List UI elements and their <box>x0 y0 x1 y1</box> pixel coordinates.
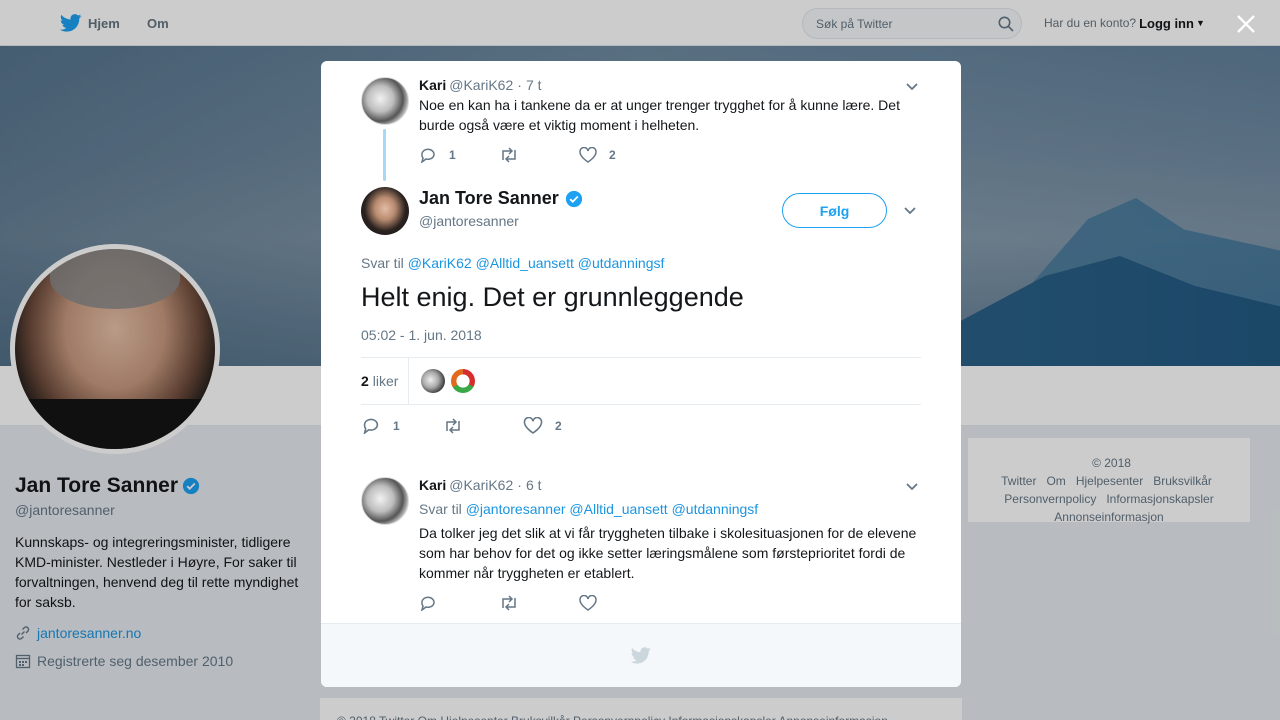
author-name[interactable]: Kari <box>419 77 446 93</box>
tweet-text: Noe en kan ha i tankene da er at unger t… <box>419 97 900 133</box>
retweet-icon <box>446 417 460 434</box>
follow-button[interactable]: Følg <box>782 193 887 228</box>
main-tweet-text: Helt enig. Det er grunnleggende <box>361 282 744 312</box>
tweet-timestamp[interactable]: 05:02 - 1. jun. 2018 <box>361 327 482 343</box>
reply-button[interactable]: 1 <box>419 147 499 163</box>
retweet-button[interactable] <box>499 147 579 163</box>
reply-context: Svar til @jantoresanner @Alltid_uansett … <box>419 499 758 519</box>
close-icon <box>1237 15 1255 33</box>
tweet-text: Da tolker jeg det slik at vi får trygghe… <box>419 525 917 581</box>
avatar[interactable] <box>361 187 409 235</box>
reply-button[interactable]: 1 <box>361 417 443 434</box>
reply-count: 1 <box>393 418 400 433</box>
reply-tweet[interactable]: Kari @KariK62 · 6 t Svar til @jantoresanner… <box>361 477 921 617</box>
likes-stat-count: 2 <box>361 373 369 389</box>
reply-context: Svar til @KariK62 @Alltid_uansett @utdan… <box>361 255 664 271</box>
heart-icon <box>579 147 597 163</box>
like-count: 2 <box>555 418 562 433</box>
reply-icon <box>420 596 435 611</box>
retweet-button[interactable] <box>499 595 579 611</box>
reply-button[interactable] <box>419 595 499 611</box>
tweet-modal: Kari @KariK62 · 7 t Noe en kan ha i tankene… <box>321 61 961 687</box>
chevron-down-icon[interactable] <box>904 202 916 218</box>
mention-link[interactable]: @Alltid_uansett <box>569 501 667 517</box>
author-handle[interactable]: @KariK62 <box>449 477 513 493</box>
thread-connector <box>383 129 386 181</box>
likes-stat[interactable]: 2 liker <box>361 358 410 404</box>
retweet-icon <box>502 147 516 163</box>
verified-badge-icon <box>565 190 582 207</box>
heart-icon <box>579 595 597 611</box>
mention-link[interactable]: @KariK62 <box>408 255 472 271</box>
reply-count: 1 <box>449 148 456 162</box>
mention-link[interactable]: @Alltid_uansett <box>476 255 574 271</box>
like-button[interactable]: 2 <box>579 147 616 163</box>
liker-avatar[interactable] <box>451 369 476 393</box>
mention-link[interactable]: @utdanningsf <box>672 501 759 517</box>
like-button[interactable] <box>579 595 597 611</box>
reply-prefix: Svar til <box>361 255 404 271</box>
mention-link[interactable]: @jantoresanner <box>466 501 566 517</box>
parent-tweet[interactable]: Kari @KariK62 · 7 t Noe en kan ha i tankene… <box>361 77 921 177</box>
reply-icon <box>420 148 435 163</box>
tweet-time[interactable]: 6 t <box>526 477 542 493</box>
tweet-time[interactable]: 7 t <box>526 77 542 93</box>
like-button[interactable]: 2 <box>523 417 562 434</box>
twitter-bird-icon <box>631 647 651 664</box>
heart-icon <box>523 417 543 434</box>
retweet-button[interactable] <box>443 417 523 434</box>
tweet-stats: 2 liker <box>361 357 921 405</box>
author-handle[interactable]: @KariK62 <box>449 77 513 93</box>
liker-avatar[interactable] <box>421 369 446 393</box>
retweet-icon <box>502 595 516 611</box>
author-name[interactable]: Kari <box>419 477 446 493</box>
avatar[interactable] <box>361 77 409 125</box>
chevron-down-icon[interactable] <box>903 79 921 95</box>
chevron-down-icon[interactable] <box>903 479 921 495</box>
reply-prefix: Svar til <box>419 501 462 517</box>
close-button[interactable] <box>1232 10 1260 38</box>
like-count: 2 <box>609 148 616 162</box>
mention-link[interactable]: @utdanningsf <box>578 255 665 271</box>
main-author-handle[interactable]: @jantoresanner <box>419 213 519 229</box>
main-tweet-actions: 1 2 <box>361 417 562 434</box>
likes-stat-label: liker <box>372 373 399 389</box>
avatar[interactable] <box>361 477 409 525</box>
main-author-name-text: Jan Tore Sanner <box>419 188 559 208</box>
reply-icon <box>363 418 379 434</box>
modal-footer <box>321 623 961 687</box>
main-author-name[interactable]: Jan Tore Sanner <box>419 188 583 209</box>
